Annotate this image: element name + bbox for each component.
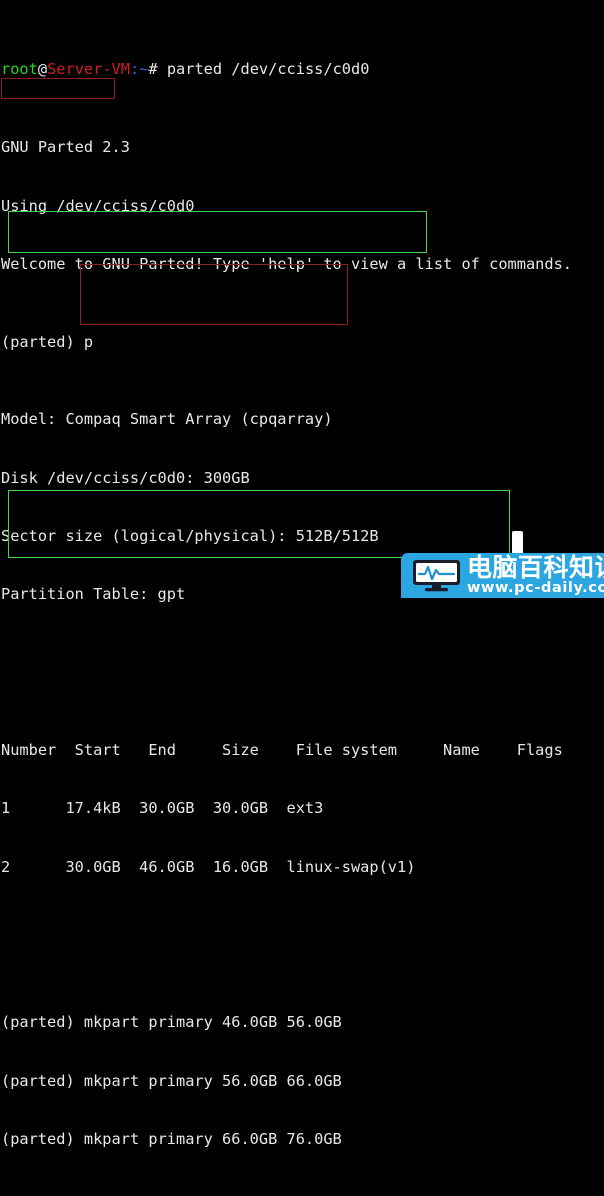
parted-prompt-label: (parted) [1,1013,84,1032]
parted-command-mkpart-3: mkpart primary 66.0GB 76.0GB [83,1130,342,1149]
terminal-line-parted-mkpart-2: (parted) mkpart primary 56.0GB 66.0GB [1,1072,604,1091]
partition-table-1-row: 1 17.4kB 30.0GB 30.0GB ext3 [1,799,324,818]
prompt-path: ~ [139,60,149,79]
watermark-chinese-text: 电脑百科知识 [467,553,604,582]
terminal-line-prompt-command: root@Server-VM:~# parted /dev/cciss/c0d0 [1,60,604,79]
prompt-at: @ [37,60,48,79]
monitor-icon [413,560,460,592]
watermark-logo: 电脑百科知识 www.pc-daily.com [401,553,604,598]
terminal-line-model-1: Model: Compaq Smart Array (cpqarray) [1,410,333,429]
parted-prompt-label: (parted) [1,1130,84,1149]
terminal-line-sector-1: Sector size (logical/physical): 512B/512… [1,527,379,546]
terminal-line-blank-2 [1,936,604,955]
parted-command-mkpart-1: mkpart primary 46.0GB 56.0GB [83,1013,342,1032]
terminal-line-banner-version: GNU Parted 2.3 [1,138,130,157]
partition-table-1-row: 2 30.0GB 46.0GB 16.0GB linux-swap(v1) [1,857,416,876]
terminal-line-parted-mkpart-1: (parted) mkpart primary 46.0GB 56.0GB [1,1013,604,1032]
terminal-line-blank-1 [1,663,604,682]
terminal-window[interactable]: root@Server-VM:~# parted /dev/cciss/c0d0… [0,0,604,1148]
parted-prompt-label: (parted) [1,1071,84,1090]
parted-prompt-label: (parted) [1,332,84,351]
prompt-hash: # [148,60,167,79]
prompt-colon: : [129,60,140,79]
watermark-url-text: www.pc-daily.com [467,580,604,596]
terminal-line-parted-print-1: (parted) p [1,333,604,352]
prompt-host: Server-VM [47,60,130,79]
partition-table-1-header: Number Start End Size File system Name F… [1,741,563,760]
prompt-user: root [1,60,38,79]
parted-command-mkpart-2: mkpart primary 56.0GB 66.0GB [83,1071,342,1090]
parted-command-print-1: p [83,332,94,351]
terminal-line-parted-mkpart-3: (parted) mkpart primary 66.0GB 76.0GB [1,1130,604,1149]
shell-command: parted /dev/cciss/c0d0 [166,60,370,79]
terminal-line-disk-1: Disk /dev/cciss/c0d0: 300GB [1,468,250,487]
terminal-line-banner-using: Using /dev/cciss/c0d0 [1,196,195,215]
terminal-line-banner-welcome: Welcome to GNU Parted! Type 'help' to vi… [1,254,572,273]
